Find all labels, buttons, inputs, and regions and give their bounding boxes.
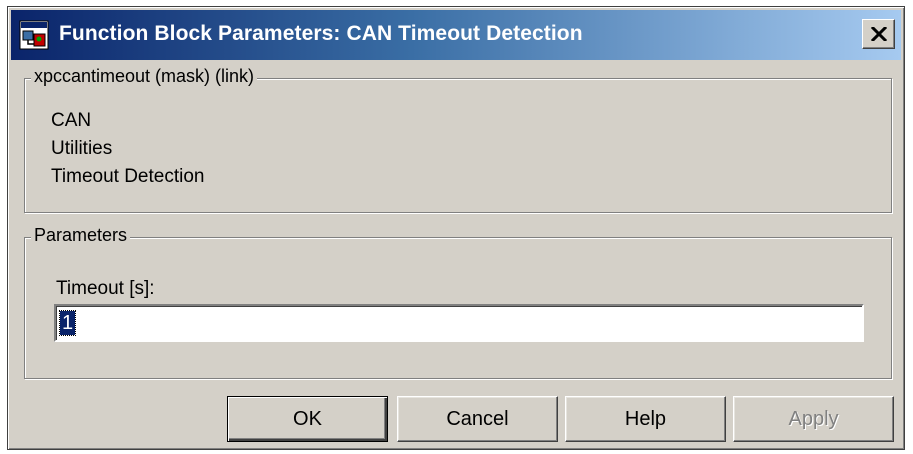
mask-description-group: xpccantimeout (mask) (link) CAN Utilitie… (24, 66, 892, 213)
description-line-timeout-detection: Timeout Detection (51, 166, 205, 187)
timeout-label: Timeout [s]: (56, 278, 155, 299)
mask-group-legend: xpccantimeout (mask) (link) (31, 66, 258, 87)
parameters-group-legend: Parameters (31, 225, 131, 246)
cancel-button[interactable]: Cancel (397, 396, 558, 442)
ok-button[interactable]: OK (227, 396, 388, 442)
timeout-input[interactable]: 1 (54, 304, 864, 342)
parameters-group: Parameters Timeout [s]: 1 (24, 225, 892, 379)
close-button[interactable] (862, 19, 895, 49)
description-line-utilities: Utilities (51, 138, 113, 159)
simulink-block-icon (19, 20, 49, 50)
window-title: Function Block Parameters: CAN Timeout D… (59, 22, 583, 45)
title-bar[interactable]: Function Block Parameters: CAN Timeout D… (11, 10, 901, 60)
dialog-window: Function Block Parameters: CAN Timeout D… (7, 6, 905, 450)
timeout-value: 1 (58, 310, 77, 336)
help-button[interactable]: Help (565, 396, 726, 442)
apply-button[interactable]: Apply (733, 396, 894, 442)
description-line-can: CAN (51, 110, 92, 131)
